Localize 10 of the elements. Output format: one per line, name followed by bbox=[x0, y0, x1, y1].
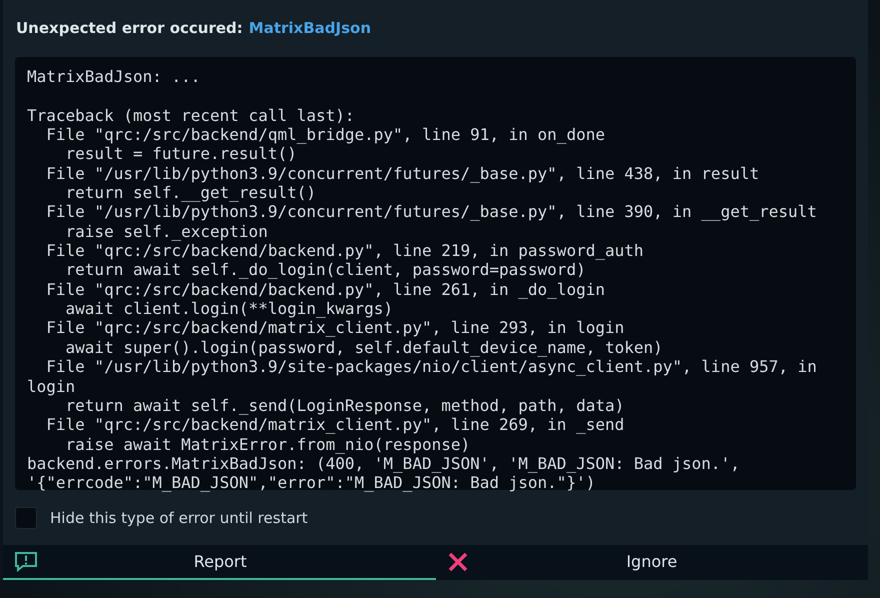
checkbox[interactable] bbox=[15, 506, 37, 528]
error-summary: MatrixBadJson: ... bbox=[27, 67, 202, 86]
dialog-title: Unexpected error occured: bbox=[16, 19, 243, 39]
close-icon bbox=[448, 552, 468, 572]
error-traceback: Traceback (most recent call last): File "qrc:/src/backend/qml_bridge.py", line 91, in on_done result = future.result() File "/usr/lib/python3.9/concurrent/futures/_base.py", line 438, in result return self.__get_result() File "/usr/lib/python3.9/concurrent/futures/_base.py", line 390, in __get_result raise self._exception File "qrc:/src/backend/backend.py", line 219, in password_auth return await self._do_login(client, password=password) File "qrc:/src/backend/backend.py", line 261, in _do_login await client.login(**login_kwargs) File "qrc:/src/backend/matrix_client.py", line 293, in login await super().login(password, self.default_device_name, token) File "/usr/lib/python3.9/site-packages/nio/client/async_client.py", line 957, in login return await self._send(LoginResponse, method, path, data) File "qrc:/src/backend/matrix_client.py", line 269, in _send raise await MatrixError.from_nio(response) backend.errors.MatrixBadJson: (400, 'M_BAD_JSON', 'M_BAD_JSON: Bad json.', '{"errcode":"M_BAD_JSON","error":"M_BAD_JSON: Bad json."}') bbox=[27, 106, 818, 493]
checkbox-label[interactable]: Hide this type of error until restart bbox=[50, 508, 308, 526]
error-type: MatrixBadJson bbox=[248, 19, 372, 39]
report-button[interactable]: Report bbox=[3, 545, 436, 580]
alert-message-icon bbox=[15, 552, 37, 572]
ignore-button[interactable]: Ignore bbox=[436, 545, 868, 580]
